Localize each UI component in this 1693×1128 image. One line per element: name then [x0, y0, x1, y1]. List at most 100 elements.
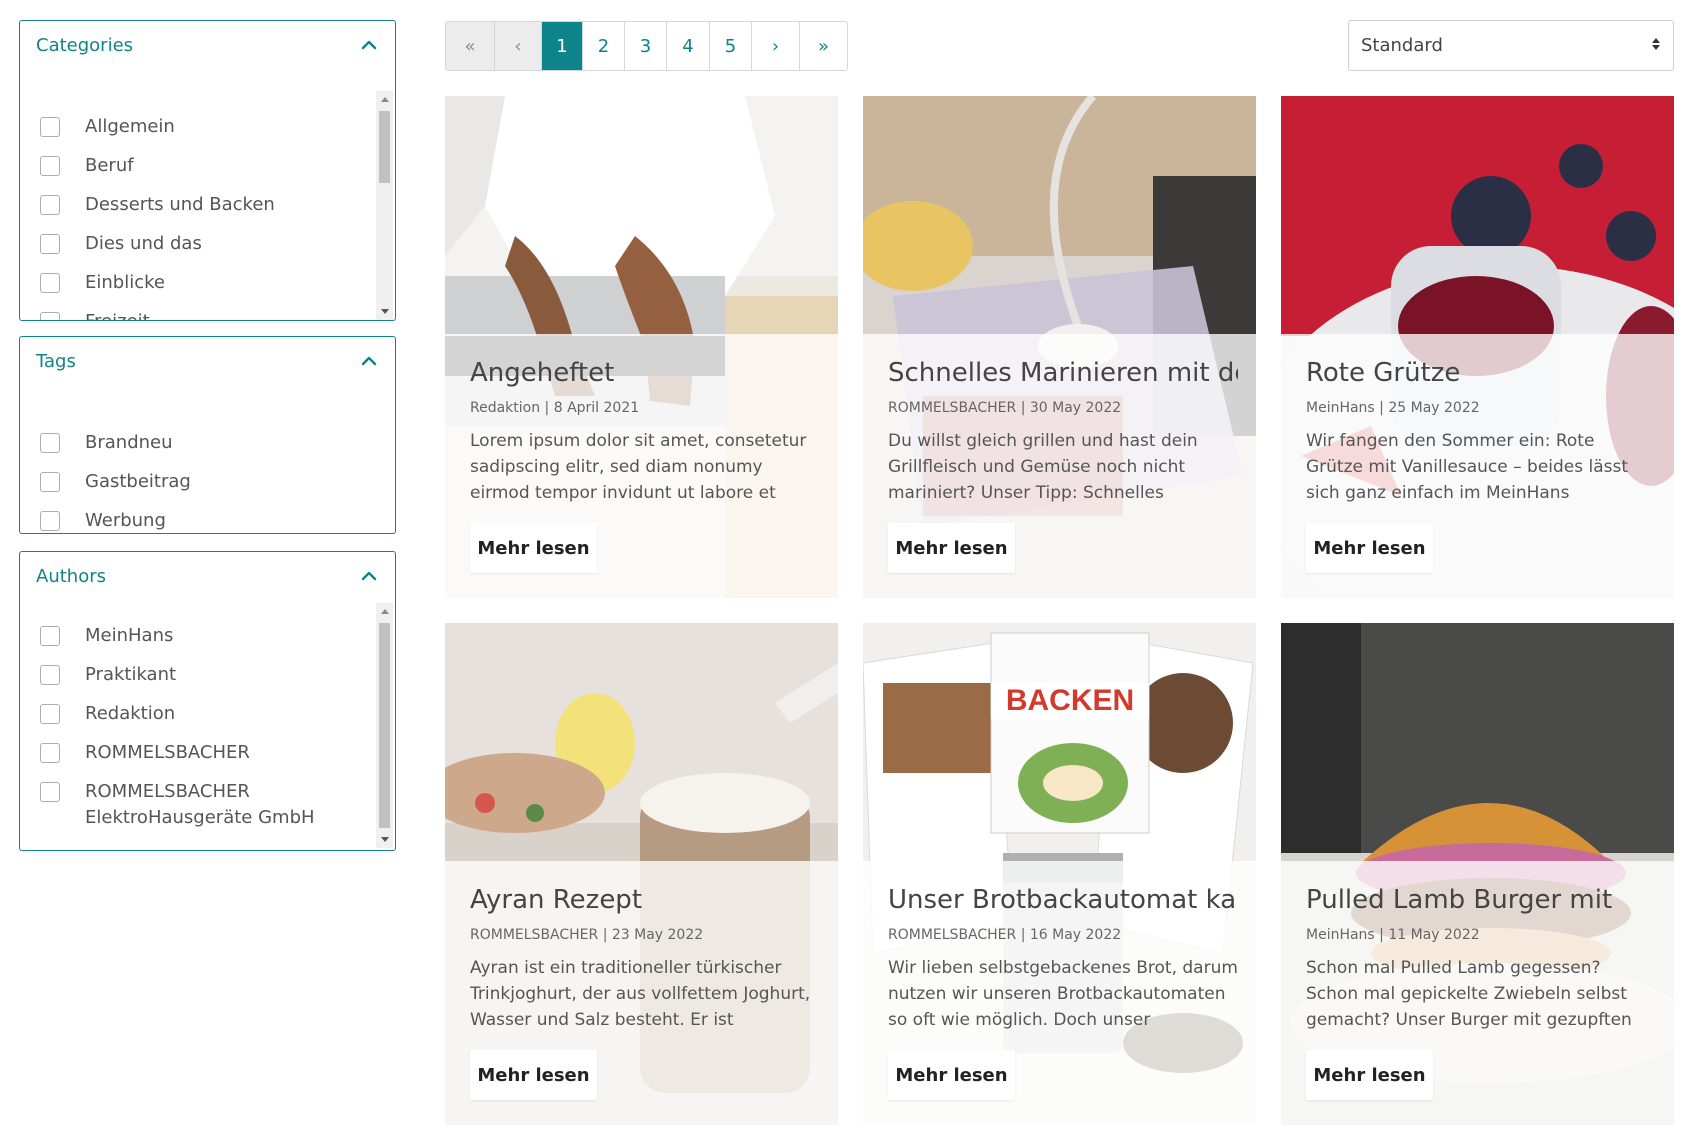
- scroll-down-arrow-icon[interactable]: [376, 831, 393, 848]
- authors-title: Authors: [36, 565, 106, 587]
- select-arrows-icon: [1651, 36, 1661, 55]
- categories-title: Categories: [36, 34, 134, 56]
- author-option-meinhans[interactable]: MeinHans: [40, 625, 174, 649]
- tags-panel: Tags Brandneu Gastbeitrag Werbung: [19, 336, 396, 534]
- tag-checkbox[interactable]: [40, 511, 60, 531]
- category-label: Desserts und Backen: [85, 194, 275, 215]
- card-title[interactable]: Schnelles Marinieren mit dem: [888, 358, 1238, 388]
- author-option-redaktion[interactable]: Redaktion: [40, 703, 176, 727]
- card-excerpt: Wir lieben selbstgebackenes Brot, darum …: [888, 958, 1238, 1030]
- category-checkbox[interactable]: [40, 156, 60, 176]
- tag-label: Werbung: [85, 510, 166, 531]
- tags-header[interactable]: Tags: [20, 337, 395, 385]
- category-checkbox[interactable]: [40, 273, 60, 293]
- card-meta: ROMMELSBACHER | 16 May 2022: [888, 927, 1122, 943]
- card-title[interactable]: Rote Grütze: [1306, 358, 1656, 388]
- tag-label: Brandneu: [85, 432, 173, 453]
- category-checkbox[interactable]: [40, 234, 60, 254]
- author-checkbox[interactable]: [40, 782, 60, 802]
- author-label: MeinHans: [85, 625, 174, 646]
- tag-checkbox[interactable]: [40, 472, 60, 492]
- card-title[interactable]: Pulled Lamb Burger mit: [1306, 885, 1656, 915]
- tag-checkbox[interactable]: [40, 433, 60, 453]
- tag-option-brandneu[interactable]: Brandneu: [40, 432, 173, 456]
- tag-label: Gastbeitrag: [85, 471, 191, 492]
- page-3-button[interactable]: 3: [625, 22, 667, 70]
- scrollbar-thumb[interactable]: [379, 111, 390, 183]
- author-checkbox[interactable]: [40, 626, 60, 646]
- page-4-button[interactable]: 4: [667, 22, 710, 70]
- chevron-up-icon[interactable]: [359, 566, 379, 586]
- post-card[interactable]: Schnelles Marinieren mit dem ROMMELSBACH…: [863, 96, 1256, 598]
- post-card[interactable]: Ayran Rezept ROMMELSBACHER | 23 May 2022…: [445, 623, 838, 1125]
- tag-option-gastbeitrag[interactable]: Gastbeitrag: [40, 471, 191, 495]
- post-card[interactable]: BACKEN Unser Brotbackautomat kann ROMMEL…: [863, 623, 1256, 1125]
- scroll-up-arrow-icon[interactable]: [376, 603, 393, 620]
- card-meta: ROMMELSBACHER | 23 May 2022: [470, 927, 704, 943]
- author-checkbox[interactable]: [40, 704, 60, 724]
- category-label: Allgemein: [85, 116, 175, 137]
- chevron-up-icon[interactable]: [359, 35, 379, 55]
- card-meta: Redaktion | 8 April 2021: [470, 400, 640, 416]
- authors-panel: Authors MeinHans Praktikant Redaktion RO…: [19, 551, 396, 851]
- categories-panel: Categories Allgemein Beruf Desserts und …: [19, 20, 396, 321]
- page-1-button[interactable]: 1: [542, 22, 583, 70]
- categories-scrollbar[interactable]: [376, 91, 393, 320]
- card-excerpt: Schon mal Pulled Lamb gegessen? Schon ma…: [1306, 958, 1632, 1030]
- first-page-button[interactable]: «: [446, 22, 495, 70]
- read-more-button[interactable]: Mehr lesen: [470, 1050, 597, 1100]
- category-option-allgemein[interactable]: Allgemein: [40, 116, 175, 140]
- prev-page-button[interactable]: ‹: [495, 22, 542, 70]
- author-option-praktikant[interactable]: Praktikant: [40, 664, 177, 688]
- scroll-up-arrow-icon[interactable]: [376, 91, 393, 108]
- read-more-button[interactable]: Mehr lesen: [470, 523, 597, 573]
- card-title[interactable]: Ayran Rezept: [470, 885, 820, 915]
- post-card[interactable]: Rote Grütze MeinHans | 25 May 2022 Wir f…: [1281, 96, 1674, 598]
- category-checkbox[interactable]: [40, 312, 60, 320]
- card-excerpt: Lorem ipsum dolor sit amet, consetetur s…: [470, 431, 807, 503]
- last-page-button[interactable]: »: [800, 22, 847, 70]
- author-option-rommelsbacher-gmbh[interactable]: ROMMELSBACHER ElektroHausgeräte GmbH: [40, 781, 315, 831]
- category-option-beruf[interactable]: Beruf: [40, 155, 134, 179]
- category-label: Freizeit: [85, 309, 150, 320]
- page-2-button[interactable]: 2: [583, 22, 625, 70]
- category-option-dies-und-das[interactable]: Dies und das: [40, 233, 202, 257]
- page-5-button[interactable]: 5: [710, 22, 752, 70]
- card-excerpt: Ayran ist ein traditioneller türkischer …: [470, 958, 811, 1030]
- sort-select[interactable]: Standard: [1348, 20, 1674, 71]
- author-checkbox[interactable]: [40, 743, 60, 763]
- author-option-rommelsbacher[interactable]: ROMMELSBACHER: [40, 742, 250, 766]
- author-label: Redaktion: [85, 703, 176, 724]
- author-label: ROMMELSBACHER ElektroHausgeräte GmbH: [85, 781, 315, 828]
- author-checkbox[interactable]: [40, 665, 60, 685]
- read-more-button[interactable]: Mehr lesen: [1306, 1050, 1433, 1100]
- category-option-einblicke[interactable]: Einblicke: [40, 272, 165, 296]
- read-more-button[interactable]: Mehr lesen: [1306, 523, 1433, 573]
- category-label: Dies und das: [85, 233, 202, 254]
- card-meta: MeinHans | 25 May 2022: [1306, 400, 1480, 416]
- post-card[interactable]: Pulled Lamb Burger mit MeinHans | 11 May…: [1281, 623, 1674, 1125]
- chevron-up-icon[interactable]: [359, 351, 379, 371]
- category-label: Beruf: [85, 155, 134, 176]
- post-card[interactable]: Angeheftet Redaktion | 8 April 2021 Lore…: [445, 96, 838, 598]
- card-excerpt: Du willst gleich grillen und hast dein G…: [888, 431, 1198, 503]
- next-page-button[interactable]: ›: [752, 22, 800, 70]
- authors-header[interactable]: Authors: [20, 552, 395, 600]
- scrollbar-thumb[interactable]: [379, 623, 390, 828]
- read-more-button[interactable]: Mehr lesen: [888, 1050, 1015, 1100]
- category-checkbox[interactable]: [40, 117, 60, 137]
- tags-title: Tags: [36, 350, 76, 372]
- card-title[interactable]: Angeheftet: [470, 358, 820, 388]
- tag-option-werbung[interactable]: Werbung: [40, 510, 166, 533]
- sort-selected-value: Standard: [1361, 35, 1443, 56]
- read-more-button[interactable]: Mehr lesen: [888, 523, 1015, 573]
- category-option-desserts[interactable]: Desserts und Backen: [40, 194, 275, 218]
- card-meta: MeinHans | 11 May 2022: [1306, 927, 1480, 943]
- categories-header[interactable]: Categories: [20, 21, 395, 69]
- scroll-down-arrow-icon[interactable]: [376, 303, 393, 320]
- card-title[interactable]: Unser Brotbackautomat kann: [888, 885, 1238, 915]
- category-option-freizeit[interactable]: Freizeit: [40, 309, 150, 320]
- author-label: Praktikant: [85, 664, 177, 685]
- authors-scrollbar[interactable]: [376, 603, 393, 848]
- category-checkbox[interactable]: [40, 195, 60, 215]
